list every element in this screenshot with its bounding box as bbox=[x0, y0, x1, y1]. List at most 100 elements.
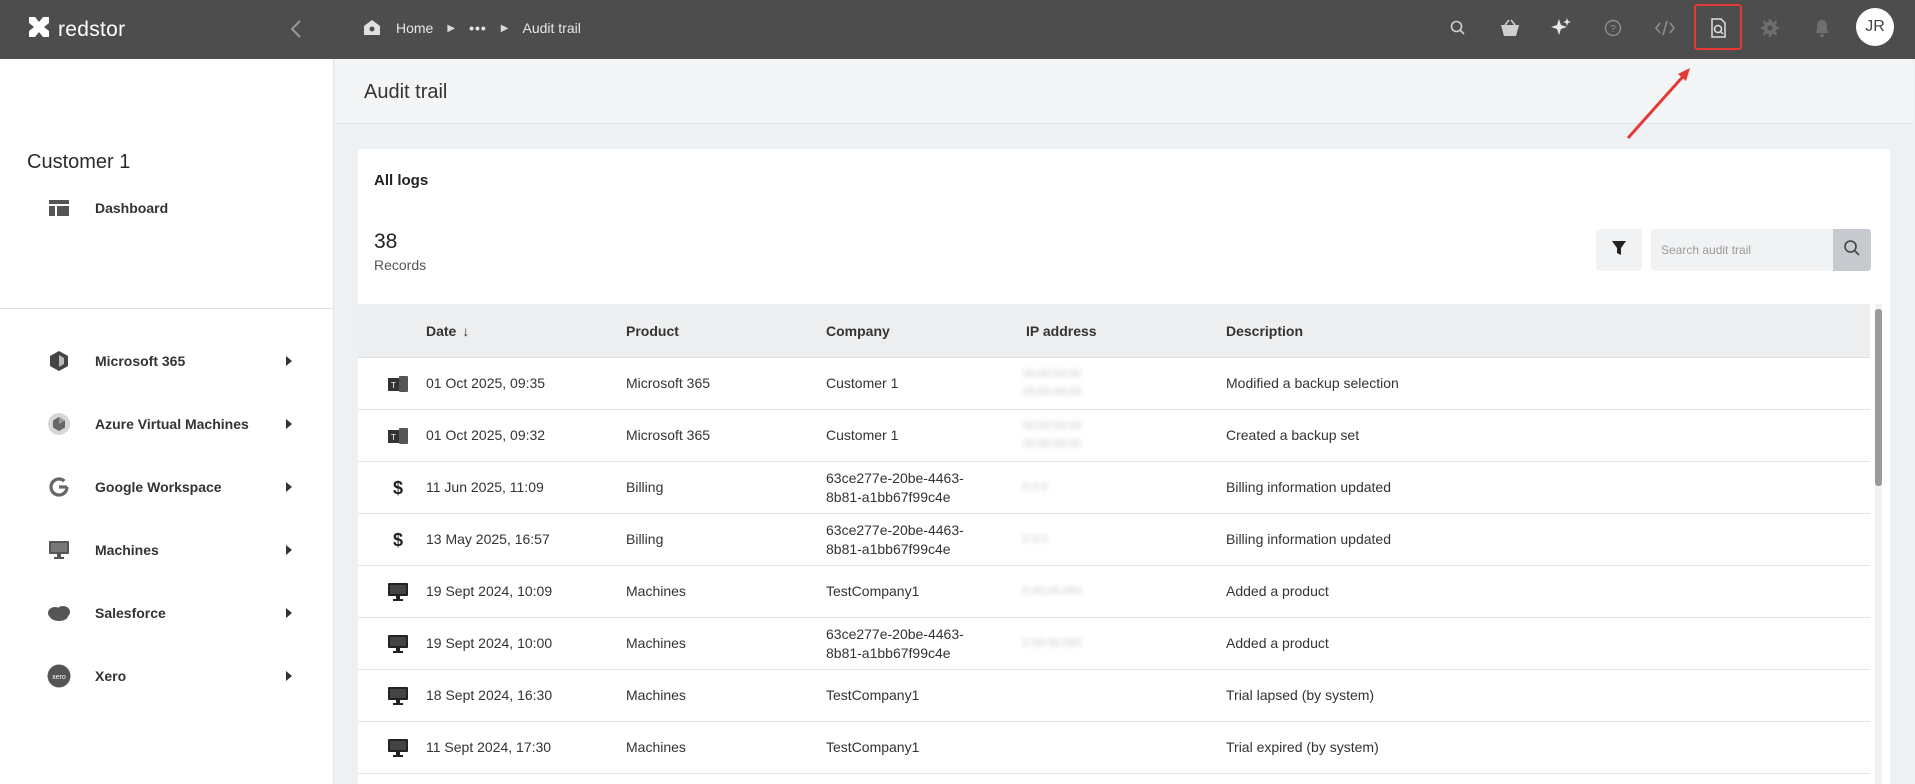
cell-date: 18 Sept 2024, 16:30 bbox=[426, 687, 553, 703]
azure-icon bbox=[46, 411, 72, 437]
code-icon[interactable] bbox=[1650, 14, 1680, 42]
filter-button[interactable] bbox=[1596, 229, 1642, 271]
record-count: 38 bbox=[374, 230, 398, 253]
monitor-icon bbox=[386, 632, 410, 656]
sidebar-item-google-workspace[interactable]: Google Workspace bbox=[0, 467, 334, 507]
table-row[interactable]: 19 Sept 2024, 10:00 Machines 63ce277e-20be… bbox=[358, 618, 1870, 670]
cell-company: TestCompany1 bbox=[826, 687, 920, 703]
caret-right-icon bbox=[286, 419, 292, 429]
column-header-product[interactable]: Product bbox=[626, 323, 679, 339]
sidebar-item-salesforce[interactable]: Salesforce bbox=[0, 593, 334, 633]
svg-text:xero: xero bbox=[52, 674, 66, 681]
svg-text:T: T bbox=[391, 433, 396, 442]
cell-description: Trial lapsed (by system) bbox=[1226, 687, 1375, 703]
caret-right-icon bbox=[286, 482, 292, 492]
cell-product: Microsoft 365 bbox=[626, 375, 711, 391]
cell-date: 11 Jun 2025, 11:09 bbox=[426, 479, 544, 495]
table-row[interactable]: T 01 Oct 2025, 09:35 Microsoft 365 Customer… bbox=[358, 358, 1870, 410]
cell-date: 19 Sept 2024, 10:00 bbox=[426, 635, 553, 651]
breadcrumb-ellipsis[interactable]: ••• bbox=[469, 20, 487, 36]
column-header-ip[interactable]: IP address bbox=[1026, 323, 1097, 339]
table-row[interactable]: T 01 Oct 2025, 09:32 Microsoft 365 Customer… bbox=[358, 410, 1870, 462]
sidebar-item-label: Machines bbox=[95, 542, 159, 558]
search-icon bbox=[1843, 239, 1861, 262]
cell-date: 11 Sept 2024, 17:30 bbox=[426, 739, 552, 755]
dollar-icon: $ bbox=[386, 528, 410, 552]
sidebar-item-label: Xero bbox=[95, 668, 127, 684]
cell-ip-redacted: 00:00:00:00 00:00:00:00 bbox=[1023, 420, 1082, 450]
sidebar-item-azure[interactable]: Azure Virtual Machines bbox=[0, 404, 334, 444]
basket-icon[interactable] bbox=[1495, 14, 1525, 42]
svg-text:$: $ bbox=[393, 478, 403, 498]
sidebar-item-dashboard[interactable]: Dashboard bbox=[0, 188, 334, 228]
cell-company: TestCompany1 bbox=[826, 739, 920, 755]
caret-right-icon bbox=[286, 356, 292, 366]
audit-log-card: All logs 38 Records Date↓ Product Compan… bbox=[358, 149, 1890, 784]
cell-description: Modified a backup selection bbox=[1226, 375, 1399, 391]
column-header-description[interactable]: Description bbox=[1226, 323, 1303, 339]
highlight-box bbox=[1694, 4, 1742, 50]
logo[interactable]: redstor bbox=[26, 14, 125, 45]
gear-icon[interactable] bbox=[1755, 14, 1785, 42]
scrollbar[interactable] bbox=[1875, 304, 1882, 784]
table-row[interactable]: $11 Jun 2025, 11:09 Billing 63ce277e-20be-… bbox=[358, 462, 1870, 514]
column-header-company[interactable]: Company bbox=[826, 323, 890, 339]
google-icon bbox=[46, 474, 72, 500]
avatar[interactable]: JR bbox=[1856, 8, 1894, 46]
microsoft-365-icon: T bbox=[386, 424, 410, 448]
cell-description: Created a backup set bbox=[1226, 427, 1360, 443]
sort-down-icon[interactable]: ↓ bbox=[462, 323, 469, 339]
collapse-sidebar-button[interactable] bbox=[287, 17, 307, 41]
sparkle-icon[interactable] bbox=[1546, 14, 1576, 42]
dollar-icon: $ bbox=[386, 476, 410, 500]
breadcrumb: Home ▶ ••• ▶ Audit trail bbox=[362, 0, 581, 56]
scrollbar-thumb[interactable] bbox=[1875, 309, 1882, 486]
table-row[interactable]: 11 Sept 2024, 17:30 Machines TestCompany1 T… bbox=[358, 722, 1870, 774]
dashboard-icon bbox=[46, 195, 72, 221]
sidebar-item-label: Google Workspace bbox=[95, 479, 222, 495]
top-bar: redstor Home ▶ ••• ▶ Audit trail ? JR bbox=[0, 0, 1915, 59]
sidebar-item-machines[interactable]: Machines bbox=[0, 530, 334, 570]
chevron-right-icon: ▶ bbox=[500, 22, 509, 34]
cell-product: Machines bbox=[626, 687, 686, 703]
cell-product: Billing bbox=[626, 479, 664, 495]
svg-text:$: $ bbox=[393, 530, 403, 550]
search-button[interactable] bbox=[1833, 229, 1871, 271]
sidebar-item-xero[interactable]: xero Xero bbox=[0, 656, 334, 696]
sidebar-item-label: Dashboard bbox=[95, 200, 169, 216]
breadcrumb-home[interactable]: Home bbox=[396, 20, 433, 36]
breadcrumb-current: Audit trail bbox=[522, 20, 581, 36]
cell-product: Microsoft 365 bbox=[626, 427, 711, 443]
microsoft-365-icon: T bbox=[386, 372, 410, 396]
monitor-icon bbox=[386, 736, 410, 760]
cell-product: Billing bbox=[626, 531, 664, 547]
table-row[interactable]: 18 Sept 2024, 16:30 Machines TestCompany1 T… bbox=[358, 670, 1870, 722]
cell-date: 01 Oct 2025, 09:35 bbox=[426, 375, 546, 391]
cell-company: 63ce277e-20be-4463- 8b81-a1bb67f99c4e bbox=[826, 522, 964, 557]
column-header-date[interactable]: Date ↓ bbox=[426, 323, 469, 339]
xero-icon: xero bbox=[46, 663, 72, 689]
cell-product: Machines bbox=[626, 739, 686, 755]
table-row[interactable]: $13 May 2025, 16:57 Billing 63ce277e-20be-… bbox=[358, 514, 1870, 566]
cell-company: TestCompany1 bbox=[826, 583, 920, 599]
cell-date: 13 May 2025, 16:57 bbox=[426, 531, 550, 547]
sidebar: Customer 1 Dashboard Microsoft 365 Azure… bbox=[0, 59, 334, 784]
cell-company: 63ce277e-20be-4463- 8b81-a1bb67f99c4e bbox=[826, 470, 964, 505]
logo-text: redstor bbox=[58, 17, 126, 41]
sidebar-item-label: Salesforce bbox=[95, 605, 166, 621]
cell-ip-redacted: 0.0.0 bbox=[1023, 481, 1048, 493]
chevron-right-icon: ▶ bbox=[447, 22, 456, 34]
help-icon[interactable]: ? bbox=[1598, 14, 1628, 42]
customer-name: Customer 1 bbox=[27, 151, 131, 173]
page-title: Audit trail bbox=[364, 81, 448, 103]
filter-icon bbox=[1611, 239, 1627, 262]
cell-product: Machines bbox=[626, 583, 686, 599]
sidebar-item-microsoft-365[interactable]: Microsoft 365 bbox=[0, 341, 334, 381]
search-icon[interactable] bbox=[1443, 14, 1473, 42]
cell-product: Machines bbox=[626, 635, 686, 651]
table-row[interactable]: 19 Sept 2024, 10:09 Machines TestCompany1 0… bbox=[358, 566, 1870, 618]
bell-icon[interactable] bbox=[1807, 14, 1837, 42]
caret-right-icon bbox=[286, 545, 292, 555]
cell-company: Customer 1 bbox=[826, 427, 899, 443]
home-icon[interactable] bbox=[362, 18, 382, 39]
